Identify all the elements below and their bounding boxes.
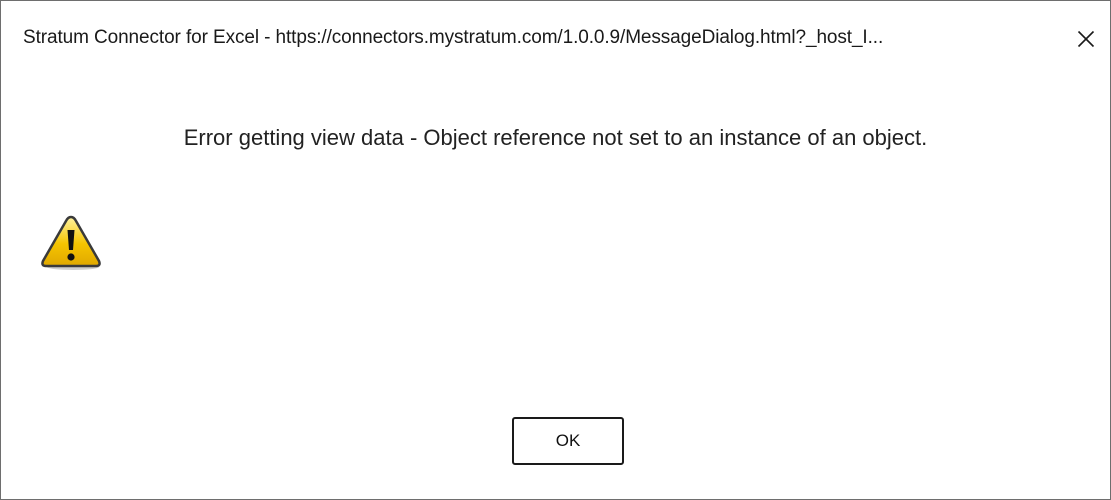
dialog-window: Stratum Connector for Excel - https://co… bbox=[0, 0, 1111, 500]
ok-button[interactable]: OK bbox=[512, 417, 624, 465]
close-button[interactable] bbox=[1068, 21, 1104, 57]
close-icon bbox=[1077, 30, 1095, 48]
error-message: Error getting view data - Object referen… bbox=[183, 125, 928, 150]
window-title: Stratum Connector for Excel - https://co… bbox=[23, 27, 884, 48]
warning-icon bbox=[41, 215, 101, 270]
title-bar: Stratum Connector for Excel - https://co… bbox=[1, 1, 1110, 75]
